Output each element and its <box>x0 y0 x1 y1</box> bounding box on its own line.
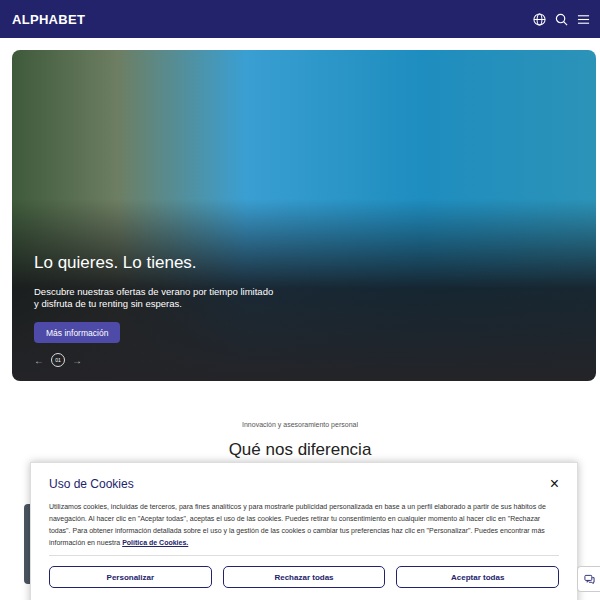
cookie-policy-link[interactable]: Política de Cookies. <box>122 539 188 546</box>
chat-icon <box>584 574 595 585</box>
cookie-title: Uso de Cookies <box>49 477 134 491</box>
top-bar: ALPHABET <box>0 0 600 38</box>
cookie-text: Utilizamos cookies, incluidas de tercero… <box>49 501 559 549</box>
menu-icon[interactable] <box>577 13 590 26</box>
cookie-dialog: Uso de Cookies × Utilizamos cookies, inclu… <box>30 462 578 600</box>
section-eyebrow: Innovación y asesoramiento personal <box>0 421 600 428</box>
slide-indicator[interactable]: 01 <box>51 353 65 367</box>
more-info-button[interactable]: Más información <box>34 322 120 343</box>
hero-description: Descubre nuestras ofertas de verano por … <box>34 286 574 310</box>
page: ALPHABET Lo quieres. Lo tienes. Descubre n… <box>0 0 600 600</box>
divider <box>49 555 559 556</box>
next-button[interactable]: → <box>72 355 82 366</box>
logo[interactable]: ALPHABET <box>12 12 85 27</box>
chat-button[interactable] <box>577 566 600 592</box>
cookie-button[interactable]: Rechazar todas <box>223 566 386 588</box>
cookie-button[interactable]: Personalizar <box>49 566 212 588</box>
hero-banner: Lo quieres. Lo tienes. Descubre nuestras … <box>12 50 596 381</box>
prev-button[interactable]: ← <box>34 355 44 366</box>
search-icon[interactable] <box>555 13 568 26</box>
cookie-button[interactable]: Aceptar todas <box>396 566 559 588</box>
hero-title: Lo quieres. Lo tienes. <box>34 252 574 274</box>
section-title: Qué nos diferencia <box>0 440 600 460</box>
globe-icon[interactable] <box>533 13 546 26</box>
carousel-pager: ← 01 → <box>34 353 574 367</box>
close-button[interactable]: × <box>550 477 559 491</box>
